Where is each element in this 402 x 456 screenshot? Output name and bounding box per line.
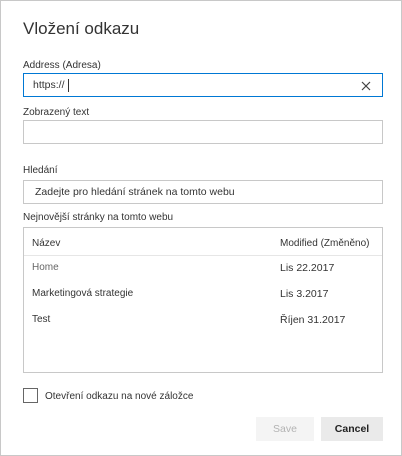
list-item[interactable]: Test Říjen 31.2017 — [24, 308, 382, 334]
page-modified: Lis 22.2017 — [280, 262, 335, 274]
list-item[interactable]: Home Lis 22.2017 — [24, 256, 382, 282]
close-icon[interactable] — [358, 78, 374, 94]
address-input[interactable] — [24, 74, 382, 96]
display-text-input[interactable] — [24, 121, 382, 143]
column-header-modified: Modified (Změněno) — [280, 238, 370, 249]
page-name: Test — [32, 314, 51, 325]
dialog-title: Vložení odkazu — [23, 19, 140, 38]
search-field[interactable] — [23, 180, 383, 204]
address-label: Address (Adresa) — [23, 60, 101, 71]
display-text-field[interactable] — [23, 120, 383, 144]
cancel-button[interactable]: Cancel — [321, 417, 383, 441]
display-text-label: Zobrazený text — [23, 107, 90, 118]
page-name: Marketingová strategie — [32, 288, 134, 299]
recent-pages-label: Nejnovější stránky na tomto webu — [23, 212, 174, 223]
address-field[interactable] — [23, 73, 383, 97]
search-label: Hledání — [23, 165, 58, 176]
new-tab-label: Otevření odkazu na nové záložce — [45, 391, 194, 402]
page-modified: Lis 3.2017 — [280, 288, 329, 300]
search-input[interactable] — [24, 181, 382, 203]
page-modified: Říjen 31.2017 — [280, 314, 346, 326]
save-button[interactable]: Save — [256, 417, 314, 441]
recent-pages-header: Název Modified (Změněno) — [24, 228, 382, 256]
page-name: Home — [32, 262, 59, 273]
list-item[interactable]: Marketingová strategie Lis 3.2017 — [24, 282, 382, 308]
column-header-name: Název — [32, 238, 61, 249]
text-caret — [68, 79, 69, 92]
recent-pages-list: Název Modified (Změněno) Home Lis 22.201… — [23, 227, 383, 373]
new-tab-checkbox[interactable] — [23, 388, 38, 403]
insert-link-dialog: Vložení odkazu Address (Adresa) Zobrazen… — [0, 0, 402, 456]
